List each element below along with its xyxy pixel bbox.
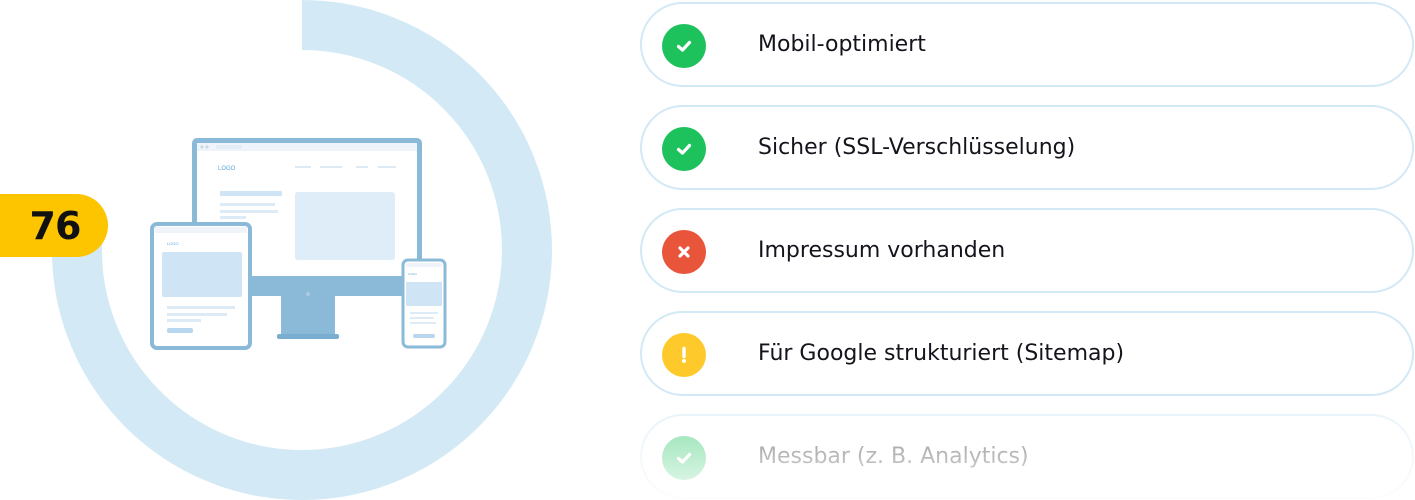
score-value: 76 [29, 203, 82, 248]
checklist-item-label: Mobil-optimiert [758, 32, 926, 57]
checklist-item-label: Für Google strukturiert (Sitemap) [758, 341, 1125, 366]
tablet-logo: LOGO [167, 241, 179, 246]
checklist-item-sitemap: Für Google strukturiert (Sitemap) [640, 311, 1414, 396]
phone-logo: LOGO [408, 272, 417, 276]
check-icon [662, 436, 706, 480]
tablet-device: LOGO [150, 222, 252, 350]
checklist-item-imprint: Impressum vorhanden [640, 208, 1414, 293]
desktop-logo: LOGO [218, 166, 236, 172]
devices-illustration: LOGO LOGO LOGO [150, 138, 447, 350]
checklist-item-ssl: Sicher (SSL-Verschlüsselung) [640, 105, 1414, 190]
score-badge: 76 [0, 194, 108, 257]
check-icon [662, 24, 706, 68]
checklist-item-label: Sicher (SSL-Verschlüsselung) [758, 135, 1076, 160]
cross-icon [662, 230, 706, 274]
website-checklist: Mobil-optimiert Sicher (SSL-Verschlüssel… [640, 0, 1414, 500]
exclamation-icon [662, 333, 706, 377]
check-icon [662, 127, 706, 171]
checklist-item-analytics: Messbar (z. B. Analytics) [640, 414, 1414, 499]
checklist-item-label: Impressum vorhanden [758, 238, 1006, 263]
checklist-item-label: Messbar (z. B. Analytics) [758, 444, 1029, 469]
checklist-item-mobile-optimized: Mobil-optimiert [640, 2, 1414, 87]
smartphone-device: LOGO [401, 258, 447, 349]
